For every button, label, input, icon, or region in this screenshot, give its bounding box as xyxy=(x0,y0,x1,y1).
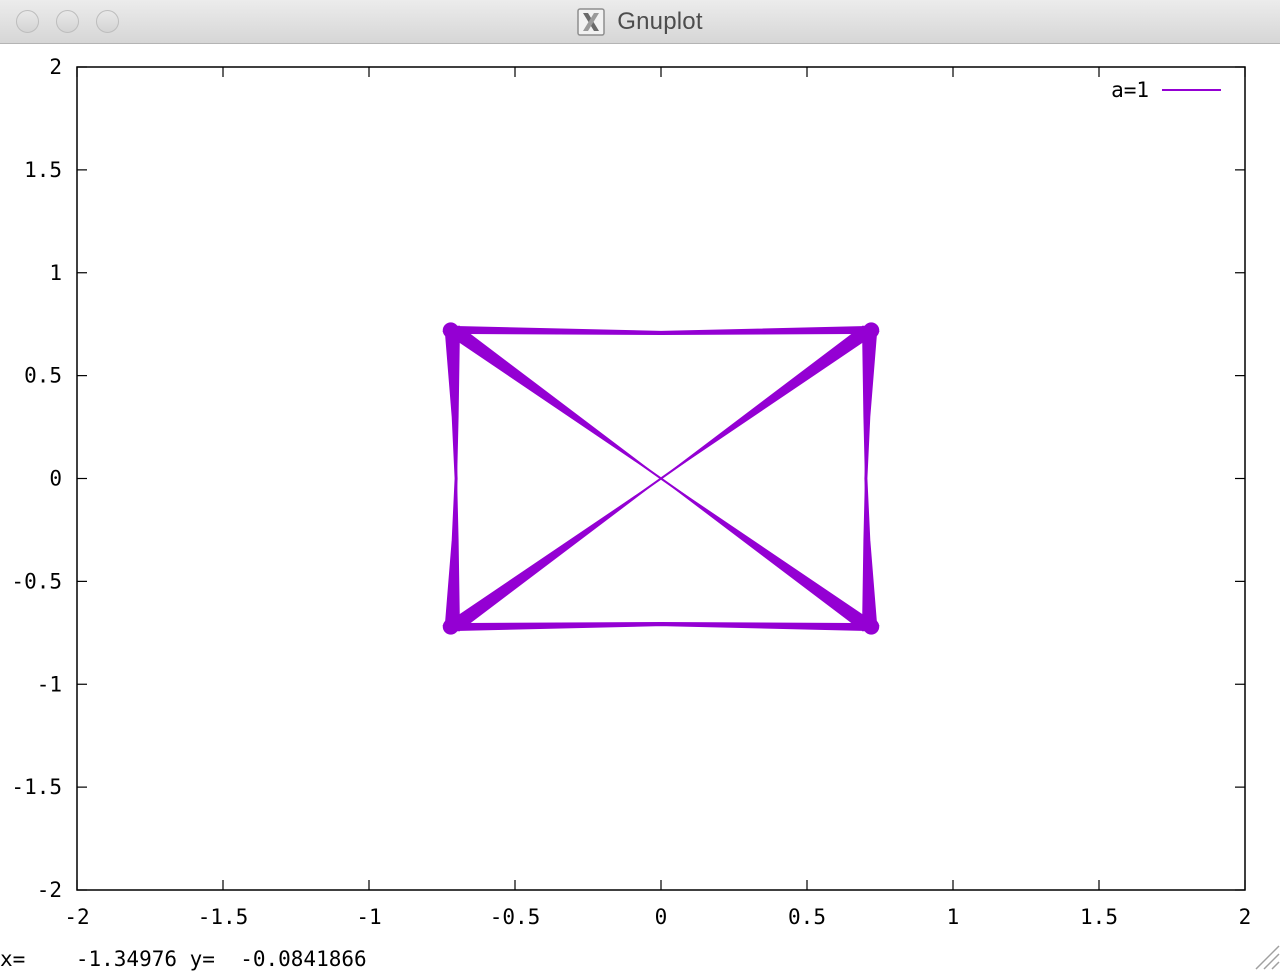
series-top-edge xyxy=(444,325,878,336)
series-line xyxy=(449,328,873,629)
y-tick-label: 1 xyxy=(49,261,62,285)
x11-icon xyxy=(577,8,606,36)
y-tick-label: 0 xyxy=(49,467,62,491)
status-bar: x= -1.34976 y= -0.0841866 xyxy=(0,944,1280,971)
x-axis-ticks: -2 -1.5 -1 -0.5 0 0.5 1 1.5 2 xyxy=(64,67,1251,929)
legend: a=1 xyxy=(1111,78,1221,102)
y-tick-label: -1 xyxy=(37,672,62,696)
coordinate-readout: x= -1.34976 y= -0.0841866 xyxy=(0,947,367,971)
series-bottom-edge xyxy=(444,621,878,632)
window-title: Gnuplot xyxy=(617,8,703,35)
x-tick-label: -1 xyxy=(356,905,381,929)
y-tick-label: -2 xyxy=(37,878,62,902)
x-tick-label: 0 xyxy=(655,905,668,929)
y-tick-label: -1.5 xyxy=(11,775,62,799)
x-tick-label: 0.5 xyxy=(788,905,826,929)
x-tick-label: 2 xyxy=(1239,905,1252,929)
gnuplot-window: Gnuplot -2 -1.5 -1 -0.5 0 0.5 1 1.5 2 -2 -1.5 -1 -0… xyxy=(0,0,1280,971)
x-tick-label: 1 xyxy=(947,905,960,929)
x-tick-label: -2 xyxy=(64,905,89,929)
y-axis-ticks: -2 -1.5 -1 -0.5 0 0.5 1 1.5 2 xyxy=(11,55,1245,902)
y-tick-label: 0.5 xyxy=(24,364,62,388)
series-curve-group xyxy=(442,322,880,635)
resize-grip-icon[interactable] xyxy=(1250,940,1280,970)
plot-area[interactable]: -2 -1.5 -1 -0.5 0 0.5 1 1.5 2 -2 -1.5 -1 -0.5 0 0.5 1 1… xyxy=(0,44,1280,944)
title-bar[interactable]: Gnuplot xyxy=(0,0,1280,44)
title-group: Gnuplot xyxy=(0,0,1280,44)
y-tick-label: 2 xyxy=(49,55,62,79)
y-tick-label: -0.5 xyxy=(11,569,62,593)
legend-label: a=1 xyxy=(1111,78,1149,102)
y-tick-label: 1.5 xyxy=(24,158,62,182)
x-tick-label: 1.5 xyxy=(1080,905,1118,929)
x-tick-label: -0.5 xyxy=(490,905,541,929)
x-tick-label: -1.5 xyxy=(198,905,249,929)
